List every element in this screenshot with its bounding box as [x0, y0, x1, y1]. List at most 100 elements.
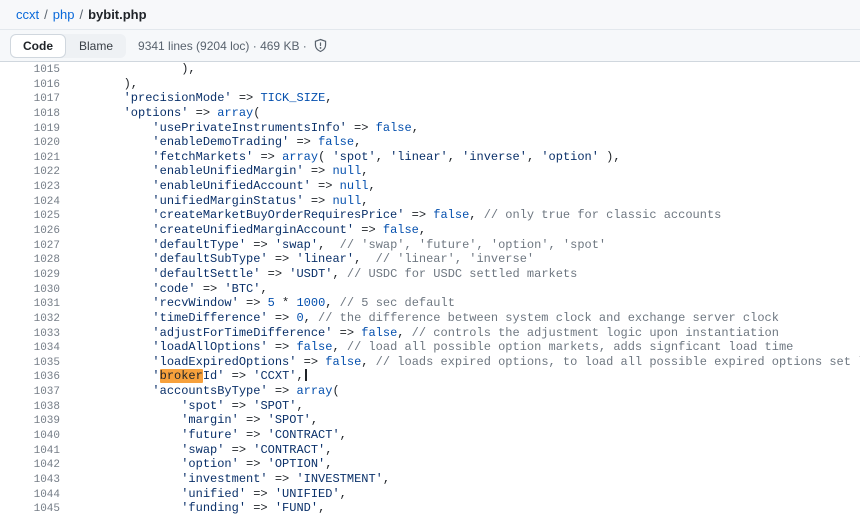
code-text: 'swap' => 'CONTRACT',: [66, 443, 332, 458]
code-line: 1036 'brokerId' => 'CCXT',: [0, 369, 860, 384]
line-number[interactable]: 1040: [0, 429, 60, 444]
code-line: 1021 'fetchMarkets' => array( 'spot', 'l…: [0, 150, 860, 165]
line-number[interactable]: 1023: [0, 180, 60, 195]
line-number[interactable]: 1038: [0, 400, 60, 415]
line-number[interactable]: 1037: [0, 385, 60, 400]
code-line: 1034 'loadAllOptions' => false, // load …: [0, 340, 860, 355]
code-line: 1022 'enableUnifiedMargin' => null,: [0, 164, 860, 179]
line-number[interactable]: 1045: [0, 502, 60, 516]
line-number[interactable]: 1017: [0, 92, 60, 107]
line-number[interactable]: 1022: [0, 165, 60, 180]
search-match-highlight: broker: [160, 369, 203, 383]
code-text: 'adjustForTimeDifference' => false, // c…: [66, 326, 779, 341]
line-number[interactable]: 1041: [0, 444, 60, 459]
line-number[interactable]: 1039: [0, 414, 60, 429]
code-text: ),: [66, 77, 138, 92]
code-line: 1028 'defaultSubType' => 'linear', // 'l…: [0, 252, 860, 267]
code-text: 'createUnifiedMarginAccount' => false,: [66, 223, 426, 238]
code-line: 1031 'recvWindow' => 5 * 1000, // 5 sec …: [0, 296, 860, 311]
line-number[interactable]: 1016: [0, 78, 60, 93]
code-text: 'loadExpiredOptions' => false, // loads …: [66, 355, 860, 370]
code-text: 'options' => array(: [66, 106, 260, 121]
line-number[interactable]: 1019: [0, 122, 60, 137]
code-line: 1043 'investment' => 'INVESTMENT',: [0, 472, 860, 487]
line-number[interactable]: 1018: [0, 107, 60, 122]
code-line: 1033 'adjustForTimeDifference' => false,…: [0, 326, 860, 341]
line-number[interactable]: 1029: [0, 268, 60, 283]
line-number[interactable]: 1030: [0, 283, 60, 298]
code-text: 'defaultSubType' => 'linear', // 'linear…: [66, 252, 534, 267]
breadcrumb-separator: /: [44, 7, 48, 22]
code-viewer: 1015 ),1016 ),1017 'precisionMode' => TI…: [0, 62, 860, 516]
code-line: 1025 'createMarketBuyOrderRequiresPrice'…: [0, 208, 860, 223]
code-text: 'margin' => 'SPOT',: [66, 413, 318, 428]
code-text: 'accountsByType' => array(: [66, 384, 340, 399]
code-line: 1027 'defaultType' => 'swap', // 'swap',…: [0, 238, 860, 253]
line-number[interactable]: 1033: [0, 327, 60, 342]
code-text: 'enableUnifiedAccount' => null,: [66, 179, 376, 194]
code-blame-switch: Code Blame: [10, 34, 126, 58]
file-toolbar: Code Blame 9341 lines (9204 loc) · 469 K…: [0, 30, 860, 62]
line-number[interactable]: 1034: [0, 341, 60, 356]
line-number[interactable]: 1036: [0, 370, 60, 385]
code-text: ),: [66, 62, 196, 77]
line-number[interactable]: 1024: [0, 195, 60, 210]
code-text: 'fetchMarkets' => array( 'spot', 'linear…: [66, 150, 621, 165]
code-line: 1038 'spot' => 'SPOT',: [0, 399, 860, 414]
code-text: 'loadAllOptions' => false, // load all p…: [66, 340, 793, 355]
code-line: 1040 'future' => 'CONTRACT',: [0, 428, 860, 443]
code-text: 'usePrivateInstrumentsInfo' => false,: [66, 121, 419, 136]
code-line: 1041 'swap' => 'CONTRACT',: [0, 443, 860, 458]
breadcrumb: ccxt / php / bybit.php: [0, 0, 860, 30]
shield-alert-icon[interactable]: [313, 38, 328, 53]
line-number[interactable]: 1028: [0, 253, 60, 268]
code-line: 1030 'code' => 'BTC',: [0, 282, 860, 297]
breadcrumb-repo-link[interactable]: ccxt: [16, 7, 39, 22]
line-number[interactable]: 1027: [0, 239, 60, 254]
line-number[interactable]: 1035: [0, 356, 60, 371]
code-line: 1035 'loadExpiredOptions' => false, // l…: [0, 355, 860, 370]
line-number[interactable]: 1026: [0, 224, 60, 239]
line-number[interactable]: 1042: [0, 458, 60, 473]
line-number[interactable]: 1031: [0, 297, 60, 312]
code-line: 1016 ),: [0, 77, 860, 92]
breadcrumb-dir-link[interactable]: php: [53, 7, 75, 22]
breadcrumb-filename: bybit.php: [88, 7, 147, 22]
line-number[interactable]: 1032: [0, 312, 60, 327]
code-text: 'investment' => 'INVESTMENT',: [66, 472, 390, 487]
code-line: 1024 'unifiedMarginStatus' => null,: [0, 194, 860, 209]
line-number[interactable]: 1015: [0, 63, 60, 78]
code-text: 'enableUnifiedMargin' => null,: [66, 164, 368, 179]
code-text: 'timeDifference' => 0, // the difference…: [66, 311, 779, 326]
line-number[interactable]: 1021: [0, 151, 60, 166]
code-text: 'defaultSettle' => 'USDT', // USDC for U…: [66, 267, 577, 282]
line-number[interactable]: 1044: [0, 488, 60, 503]
code-line: 1042 'option' => 'OPTION',: [0, 457, 860, 472]
code-text: 'code' => 'BTC',: [66, 282, 268, 297]
line-number[interactable]: 1043: [0, 473, 60, 488]
code-text: 'unified' => 'UNIFIED',: [66, 487, 347, 502]
line-number[interactable]: 1020: [0, 136, 60, 151]
code-line: 1037 'accountsByType' => array(: [0, 384, 860, 399]
code-tab[interactable]: Code: [10, 34, 66, 58]
code-text: 'precisionMode' => TICK_SIZE,: [66, 91, 332, 106]
line-number[interactable]: 1025: [0, 209, 60, 224]
breadcrumb-separator: /: [79, 7, 83, 22]
code-line: 1045 'funding' => 'FUND',: [0, 501, 860, 516]
code-line: 1029 'defaultSettle' => 'USDT', // USDC …: [0, 267, 860, 282]
code-text: 'option' => 'OPTION',: [66, 457, 332, 472]
code-text: 'recvWindow' => 5 * 1000, // 5 sec defau…: [66, 296, 455, 311]
code-text: 'future' => 'CONTRACT',: [66, 428, 347, 443]
file-metadata: 9341 lines (9204 loc) · 469 KB ·: [138, 38, 328, 53]
code-text: 'funding' => 'FUND',: [66, 501, 325, 516]
code-lines: 1015 ),1016 ),1017 'precisionMode' => TI…: [0, 62, 860, 516]
code-text: 'spot' => 'SPOT',: [66, 399, 304, 414]
code-line: 1044 'unified' => 'UNIFIED',: [0, 487, 860, 502]
code-line: 1032 'timeDifference' => 0, // the diffe…: [0, 311, 860, 326]
code-line: 1015 ),: [0, 62, 860, 77]
blame-tab[interactable]: Blame: [66, 34, 126, 58]
code-line: 1019 'usePrivateInstrumentsInfo' => fals…: [0, 121, 860, 136]
file-metadata-text: 9341 lines (9204 loc) · 469 KB ·: [138, 39, 307, 53]
code-text: 'unifiedMarginStatus' => null,: [66, 194, 368, 209]
text-cursor: [305, 369, 307, 381]
